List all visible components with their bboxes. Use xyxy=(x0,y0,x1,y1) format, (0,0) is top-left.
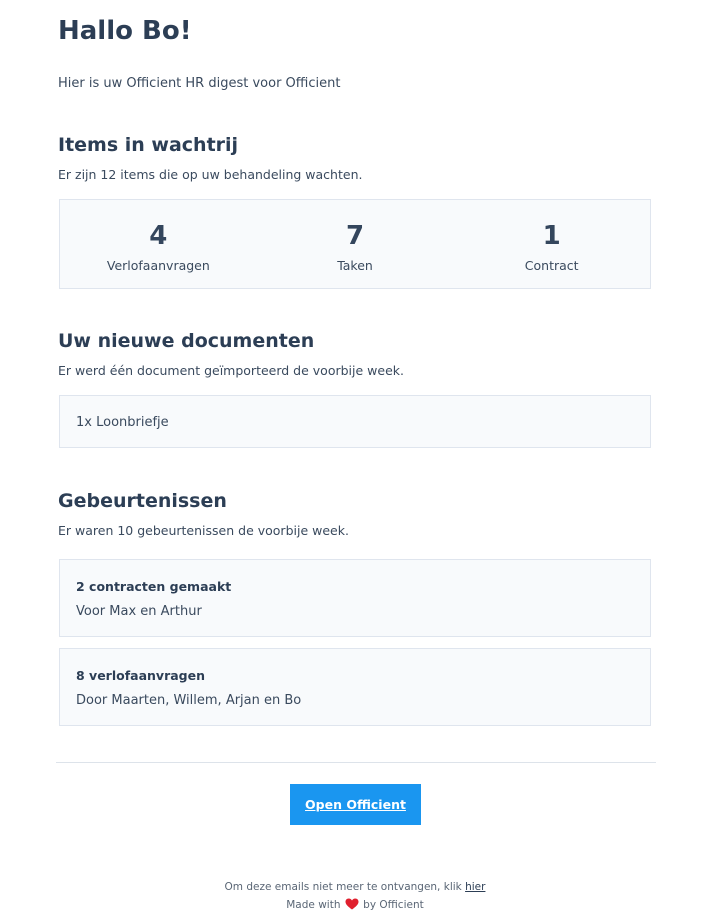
stat-value: 1 xyxy=(542,221,561,251)
stat-value: 7 xyxy=(345,221,365,251)
stat-label: Taken xyxy=(337,258,373,273)
event-title: 2 contracten gemaakt xyxy=(76,579,232,594)
stat-contract[interactable]: 1 Contract xyxy=(453,200,650,288)
greeting-title: Hallo Bo! xyxy=(58,16,192,46)
event-description: Voor Max en Arthur xyxy=(76,604,202,619)
stat-label: Verlofaanvragen xyxy=(106,258,210,273)
stat-leave-requests[interactable]: 4 Verlofaanvragen xyxy=(60,200,257,288)
open-officient-button[interactable]: Open Officient xyxy=(290,784,421,825)
footer-unsubscribe: Om deze emails niet meer te ontvangen, k… xyxy=(0,881,710,893)
event-card[interactable]: 8 verlofaanvragen Door Maarten, Willem, … xyxy=(59,648,651,726)
event-title: 8 verlofaanvragen xyxy=(76,668,205,683)
divider xyxy=(56,762,656,763)
events-subtitle: Er waren 10 gebeurtenissen de voorbije w… xyxy=(58,523,349,538)
queue-subtitle: Er zijn 12 items die op uw behandeling w… xyxy=(58,167,363,182)
footer-made-with: Made with by Officient xyxy=(0,898,710,911)
intro-text: Hier is uw Officient HR digest voor Offi… xyxy=(58,76,341,91)
events-heading: Gebeurtenissen xyxy=(58,490,227,512)
heart-icon xyxy=(345,898,359,910)
event-card[interactable]: 2 contracten gemaakt Voor Max en Arthur xyxy=(59,559,651,637)
document-item[interactable]: 1x Loonbriefje xyxy=(59,395,651,448)
document-item-label: 1x Loonbriefje xyxy=(76,415,169,430)
unsubscribe-link[interactable]: hier xyxy=(465,881,485,893)
documents-subtitle: Er werd één document geïmporteerd de voo… xyxy=(58,363,404,378)
unsubscribe-text: Om deze emails niet meer te ontvangen, k… xyxy=(224,881,462,893)
stat-label: Contract xyxy=(524,258,579,273)
stat-tasks[interactable]: 7 Taken xyxy=(257,200,454,288)
documents-heading: Uw nieuwe documenten xyxy=(58,330,315,352)
stat-value: 4 xyxy=(149,221,168,251)
event-description: Door Maarten, Willem, Arjan en Bo xyxy=(76,693,302,708)
queue-heading: Items in wachtrij xyxy=(58,134,239,156)
made-with-text: Made with xyxy=(286,899,341,911)
queue-stats-panel: 4 Verlofaanvragen 7 Taken 1 Contract xyxy=(59,199,651,289)
by-officient-text: by Officient xyxy=(363,899,424,911)
